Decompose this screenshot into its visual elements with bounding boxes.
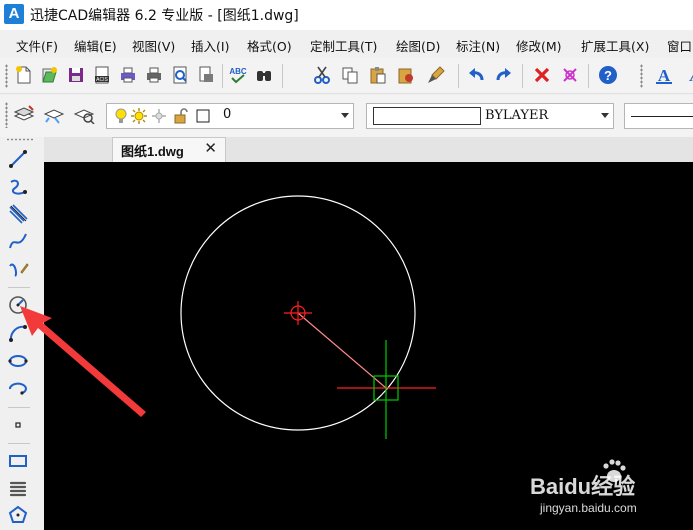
tab-label: 图纸1.dwg [121,144,184,159]
print-preview-icon[interactable] [168,63,192,87]
toolbar-grip[interactable] [5,64,8,88]
baidu-watermark: Baidu经验 jingyan.baidu.com [530,459,637,515]
layer-previous-icon[interactable] [42,102,66,126]
redo-icon[interactable] [492,63,516,87]
copy-icon[interactable] [338,63,362,87]
toolbar-separator [8,407,30,408]
app-logo-icon: A [4,4,24,24]
watermark-url: jingyan.baidu.com [539,501,637,515]
toolbar-separator [8,287,30,288]
plot-icon[interactable] [116,63,140,87]
layer-state-icon[interactable] [72,102,96,126]
text-style-icon[interactable]: A [652,63,676,87]
color-dropdown[interactable]: BYLAYER [366,103,614,129]
watermark-brand: Baidu经验 [530,474,635,499]
layer-unlock-icon[interactable] [169,104,193,128]
menu-window[interactable]: 窗口 [667,36,692,55]
spellcheck-icon[interactable]: ABC [226,63,250,87]
toolbar-separator [458,64,459,88]
chevron-down-icon[interactable] [341,113,349,118]
layer-manager-icon[interactable] [12,102,36,126]
toolbar-separator [282,64,283,88]
menu-edit[interactable]: 编辑(E) [74,36,117,55]
svg-text:?: ? [604,68,612,83]
publish-icon[interactable] [194,63,218,87]
line-icon[interactable] [4,147,32,171]
menu-file[interactable]: 文件(F) [16,36,58,55]
color-swatch [373,107,481,125]
toolbar-separator [8,443,30,444]
help-icon[interactable]: ? [596,63,620,87]
svg-text:ACIS: ACIS [96,77,108,83]
cut-icon[interactable] [310,63,334,87]
viewport-freeze-icon[interactable] [147,104,171,128]
toolbar-separator [522,64,523,88]
close-icon[interactable]: ✕ [204,139,217,157]
print-icon[interactable] [142,63,166,87]
menu-view[interactable]: 视图(V) [132,36,175,55]
current-layer-name: 0 [223,107,232,122]
freehand-icon[interactable] [4,257,32,281]
drawing-canvas[interactable]: Baidu经验 jingyan.baidu.com [44,162,693,530]
paste-special-icon[interactable] [394,63,418,87]
menu-bar: 文件(F) 编辑(E) 视图(V) 插入(I) 格式(O) 定制工具(T) 绘图… [0,30,693,58]
standard-toolbar: ACIS ABC ? A [0,58,693,94]
acis-icon[interactable]: ACIS [90,63,114,87]
drawing-svg[interactable]: Baidu经验 jingyan.baidu.com [44,162,693,530]
open-icon[interactable] [38,63,62,87]
menu-format[interactable]: 格式(O) [247,36,292,55]
new-icon[interactable] [12,63,36,87]
match-properties-icon[interactable] [424,63,448,87]
crosshair-cursor [337,340,436,439]
spline-icon[interactable] [4,229,32,253]
polyline-icon[interactable] [4,175,32,199]
multiline-icon[interactable] [4,201,32,225]
color-value: BYLAYER [485,108,549,123]
linetype-dropdown[interactable] [624,103,693,129]
toolbar-grip[interactable] [5,102,8,128]
draw-toolbar [0,137,40,530]
polygon-icon[interactable] [4,503,32,527]
menu-insert[interactable]: 插入(I) [191,36,229,55]
menu-modify[interactable]: 修改(M) [516,36,562,55]
erase-icon[interactable] [530,63,554,87]
text-style-icon[interactable]: A [680,63,693,87]
menu-extension-tools[interactable]: 扩展工具(X) [581,36,649,55]
window-title: 迅捷CAD编辑器 6.2 专业版 - [图纸1.dwg] [30,8,299,24]
helix-icon[interactable] [4,477,32,501]
radius-rubberband-line [297,312,387,389]
linetype-preview [631,116,693,117]
layer-color-swatch[interactable] [191,104,215,128]
toolbar-grip[interactable] [640,64,643,88]
save-icon[interactable] [64,63,88,87]
menu-custom-tools[interactable]: 定制工具(T) [310,36,377,55]
menu-draw[interactable]: 绘图(D) [396,36,440,55]
point-icon[interactable] [4,413,32,437]
toolbar-separator [588,64,589,88]
document-tab-bar: 图纸1.dwg ✕ [44,137,693,162]
purge-icon[interactable] [558,63,582,87]
svg-text:ABC: ABC [229,67,247,76]
layer-dropdown[interactable]: 0 [106,103,354,129]
ellipse-icon[interactable] [4,349,32,373]
menu-dimension[interactable]: 标注(N) [456,36,500,55]
arc-3point-icon[interactable] [4,321,32,345]
toolbar-grip[interactable] [6,138,34,141]
rectangle-icon[interactable] [4,449,32,473]
paste-icon[interactable] [366,63,390,87]
undo-icon[interactable] [464,63,488,87]
title-bar: A 迅捷CAD编辑器 6.2 专业版 - [图纸1.dwg] [0,0,693,30]
ellipse-arc-icon[interactable] [4,377,32,401]
chevron-down-icon[interactable] [601,113,609,118]
arc-icon[interactable] [4,293,32,317]
toolbar-separator [222,64,223,88]
svg-text:A: A [689,66,693,85]
tab-drawing1[interactable]: 图纸1.dwg ✕ [112,137,226,162]
find-icon[interactable] [252,63,276,87]
